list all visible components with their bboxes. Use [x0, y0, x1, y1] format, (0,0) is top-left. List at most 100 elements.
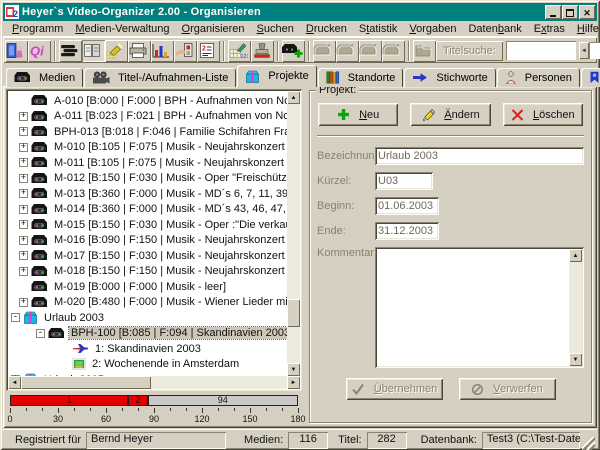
organize-button[interactable]: [82, 40, 105, 62]
tree-item[interactable]: +BPH-013 [B:018 | F:046 | Familie Schifa…: [8, 124, 287, 140]
tree-horizontal-scrollbar[interactable]: ◄ ►: [8, 376, 300, 389]
minimize-button[interactable]: [545, 5, 561, 19]
vertical-scroll-thumb[interactable]: [287, 299, 300, 327]
spinner-left-button[interactable]: ◄: [579, 42, 589, 59]
expand-icon[interactable]: +: [19, 158, 28, 167]
checklist-button[interactable]: 2: [197, 40, 220, 62]
maximize-button[interactable]: [562, 5, 578, 19]
kommentar-scrollbar[interactable]: ▲ ▼: [569, 249, 582, 366]
tree-item[interactable]: +M-016 [B:090 | F:150 | Musik - Neujahrs…: [8, 233, 287, 249]
menu-drucken[interactable]: Drucken: [300, 23, 353, 35]
neu-button[interactable]: Neu: [318, 103, 398, 126]
edit-titles-button[interactable]: 123: [228, 40, 251, 62]
scroll-right-button[interactable]: ►: [287, 376, 300, 389]
search-button[interactable]: [105, 40, 128, 62]
scroll-up-button[interactable]: ▲: [287, 91, 300, 104]
menu-extras[interactable]: Extras: [528, 23, 571, 35]
tree-vertical-scrollbar[interactable]: ▲ ▼: [287, 91, 300, 376]
menu-suchen[interactable]: Suchen: [251, 23, 300, 35]
tab-projekte[interactable]: Projekte: [237, 65, 316, 87]
media-management-button[interactable]: [59, 40, 82, 62]
tab-stichworte[interactable]: Stichworte: [404, 68, 495, 87]
tab-medien[interactable]: Medien: [6, 68, 83, 87]
collapse-icon[interactable]: -: [11, 313, 20, 322]
defaults-button[interactable]: [174, 40, 197, 62]
expand-icon[interactable]: +: [19, 251, 28, 260]
tree-item[interactable]: +M-015 [B:150 | F:030 | Musik - Oper :"D…: [8, 217, 287, 233]
scroll-left-button[interactable]: ◄: [8, 376, 21, 389]
exit-button[interactable]: [5, 40, 28, 62]
expand-icon[interactable]: +: [19, 205, 28, 214]
titelsuche-button[interactable]: Titelsuche:: [436, 41, 503, 61]
media-tool-button-1[interactable]: [313, 40, 336, 62]
expand-icon[interactable]: +: [19, 127, 28, 136]
spinner-value[interactable]: [589, 42, 600, 59]
tree-item[interactable]: +M-012 [B:150 | F:030 | Musik - Oper "Fr…: [8, 171, 287, 187]
verwerfen-button[interactable]: Verwerfen: [459, 378, 556, 400]
tab-label: Standorte: [348, 72, 396, 84]
tree-item[interactable]: -BPH-100 [B:085 | F:094 | Skandinavien 2…: [8, 326, 287, 342]
tree-item[interactable]: 2: Wochenende in Amsterdam: [8, 357, 287, 373]
expand-icon[interactable]: +: [19, 236, 28, 245]
scroll-up-button[interactable]: ▲: [569, 249, 582, 262]
tab-titel-aufnahmen-liste[interactable]: Titel-/Aufnahmen-Liste: [84, 68, 236, 87]
menu-hilfe[interactable]: Hilfe: [571, 23, 600, 35]
expand-icon[interactable]: +: [19, 174, 28, 183]
übernehmen-button[interactable]: Übernehmen: [346, 378, 443, 400]
tree-item[interactable]: -Urlaub 2003: [8, 310, 287, 326]
tree-item[interactable]: +A-011 [B:023 | F:021 | BPH - Aufnahmen …: [8, 109, 287, 125]
scroll-down-button[interactable]: ▼: [287, 363, 300, 376]
titelsuche-input[interactable]: [506, 41, 576, 60]
löschen-button[interactable]: Löschen: [503, 103, 583, 126]
tree-item[interactable]: +M-017 [B:150 | F:030 | Musik - Neujahrs…: [8, 248, 287, 264]
tree-item[interactable]: +M-020 [B:480 | F:000 | Musik - Wiener L…: [8, 295, 287, 311]
expand-icon[interactable]: +: [19, 298, 28, 307]
tree-item[interactable]: A-010 [B:000 | F:000 | BPH - Aufnahmen v…: [8, 93, 287, 109]
add-media-button[interactable]: [282, 40, 305, 62]
ende-field[interactable]: [375, 222, 439, 240]
ruler-tick-label: 60: [101, 414, 111, 424]
usage-segment: 2: [128, 395, 147, 406]
tree-item[interactable]: +M-013 [B:360 | F:000 | Musik - MD´s 6, …: [8, 186, 287, 202]
stamp-button[interactable]: [251, 40, 274, 62]
collapse-icon[interactable]: -: [36, 329, 45, 338]
title-bar[interactable]: 2 Heyer`s Video-Organizer 2.00 - Organis…: [3, 3, 597, 21]
menu-medien-verwaltung[interactable]: Medien-Verwaltung: [69, 23, 175, 35]
tree-item[interactable]: +M-018 [B:150 | F:150 | Musik - Neujahrs…: [8, 264, 287, 280]
ändern-button[interactable]: Ändern: [410, 103, 490, 126]
quickinfo-button[interactable]: Qi: [28, 40, 51, 62]
expand-icon[interactable]: +: [19, 267, 28, 276]
kommentar-field[interactable]: ▲ ▼: [375, 247, 584, 368]
horizontal-scroll-thumb[interactable]: [21, 376, 151, 389]
menu-statistik[interactable]: Statistik: [353, 23, 404, 35]
tree-view[interactable]: A-010 [B:000 | F:000 | BPH - Aufnahmen v…: [8, 91, 287, 376]
tab-standorte[interactable]: Standorte: [318, 68, 404, 87]
menu-vorgaben[interactable]: Vorgaben: [403, 23, 462, 35]
menu-programm[interactable]: Programm: [6, 23, 69, 35]
menu-organisieren[interactable]: Organisieren: [176, 23, 251, 35]
close-button[interactable]: ✕: [579, 5, 595, 19]
tab-klassifizierungen[interactable]: Klassifizierungen: [581, 68, 600, 87]
media-tool-button-4[interactable]: [382, 40, 405, 62]
expand-icon[interactable]: +: [19, 220, 28, 229]
tree-item[interactable]: +M-011 [B:105 | F:075 | Musik - Neujahrs…: [8, 155, 287, 171]
tree-item[interactable]: M-019 [B:000 | F:000 | Musik - leer]: [8, 279, 287, 295]
tree-item[interactable]: +M-014 [B:360 | F:000 | Musik - MD´s 43,…: [8, 202, 287, 218]
print-button[interactable]: [128, 40, 151, 62]
media-tool-button-2[interactable]: [336, 40, 359, 62]
expand-icon[interactable]: +: [19, 143, 28, 152]
tab-personen[interactable]: Personen: [497, 68, 580, 87]
expand-icon[interactable]: +: [19, 112, 28, 121]
expand-icon[interactable]: +: [19, 189, 28, 198]
tree-item[interactable]: +M-010 [B:105 | F:075 | Musik - Neujahrs…: [8, 140, 287, 156]
scroll-down-button[interactable]: ▼: [569, 353, 582, 366]
statistics-button[interactable]: [151, 40, 174, 62]
media-tool-button-3[interactable]: [359, 40, 382, 62]
resize-grip[interactable]: [582, 437, 595, 450]
kuerzel-field[interactable]: [375, 172, 433, 190]
bezeichnung-field[interactable]: [375, 147, 584, 165]
menu-datenbank[interactable]: Datenbank: [462, 23, 527, 35]
beginn-field[interactable]: [375, 197, 439, 215]
tree-item[interactable]: 1: Skandinavien 2003: [8, 341, 287, 357]
media-tool-button-5[interactable]: [413, 40, 436, 62]
